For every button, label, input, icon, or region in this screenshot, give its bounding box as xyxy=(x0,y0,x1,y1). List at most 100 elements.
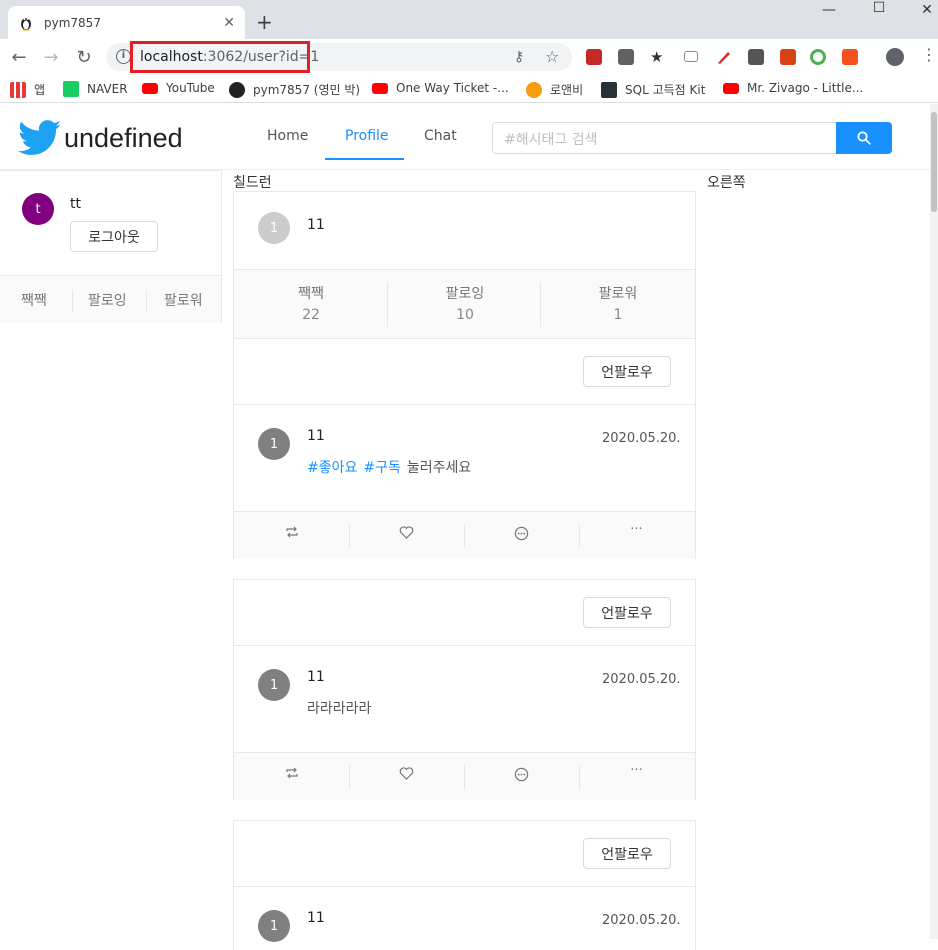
github-icon xyxy=(229,81,245,98)
my-stats: 짹짹 팔로잉 팔로워 xyxy=(0,275,221,323)
profile-avatar-icon[interactable] xyxy=(886,48,904,66)
extension-icon[interactable] xyxy=(618,49,634,65)
maximize-icon[interactable]: ☐ xyxy=(856,0,902,16)
user-profile-card: 1 11 짹짹 22 팔로잉 10 팔로워 1 xyxy=(233,191,696,338)
search-icon xyxy=(857,131,871,145)
post-date: 2020.05.20. xyxy=(602,431,681,446)
key-icon[interactable]: ⚷ xyxy=(514,49,524,65)
comment-icon[interactable] xyxy=(464,526,579,545)
address-bar[interactable]: i localhost:3062/user?id=1 ⚷ ☆ xyxy=(106,41,572,73)
pen-extension-icon[interactable] xyxy=(716,49,732,65)
divider xyxy=(234,404,695,405)
new-tab-icon[interactable]: + xyxy=(256,10,273,34)
post-content: 라라라라라 xyxy=(307,701,372,717)
user-stats: 짹짹 22 팔로잉 10 팔로워 1 xyxy=(234,269,695,338)
search-button[interactable] xyxy=(836,122,892,154)
bookmark-naver[interactable]: NAVER xyxy=(63,81,128,97)
browser-tab[interactable]: pym7857 ✕ xyxy=(8,6,245,39)
menu-chat[interactable]: Chat xyxy=(424,128,457,144)
divider xyxy=(234,645,695,646)
middle-column-title: 칠드런 xyxy=(233,175,272,191)
stat-followers[interactable]: 팔로워 1 xyxy=(541,283,695,323)
bookmark-youtube[interactable]: YouTube xyxy=(142,81,215,95)
post-author: 11 xyxy=(307,910,325,926)
brand-name: undefined xyxy=(64,122,183,153)
window-close-icon[interactable]: ✕ xyxy=(904,2,938,18)
screen-extension-icon[interactable] xyxy=(684,51,698,62)
hashtag-link[interactable]: #구독 xyxy=(363,460,401,476)
bookmark-github[interactable]: pym7857 (영민 박) xyxy=(229,81,360,98)
extension-icon[interactable] xyxy=(810,49,826,65)
active-menu-indicator xyxy=(325,158,404,160)
dropper-extension-icon[interactable] xyxy=(748,49,764,65)
page-scrollbar[interactable] xyxy=(930,104,938,939)
menu-home[interactable]: Home xyxy=(267,128,308,144)
bookmarks-bar: 앱 NAVER YouTube pym7857 (영민 박) One Way T… xyxy=(0,75,938,103)
stat-divider xyxy=(72,290,73,312)
post-actions: ··· xyxy=(234,511,695,559)
unfollow-button[interactable]: 언팔로우 xyxy=(583,356,671,387)
bookmark-one-way-ticket[interactable]: One Way Ticket -... xyxy=(372,81,509,95)
right-column-title: 오른쪽 xyxy=(707,175,746,191)
comment-icon[interactable] xyxy=(464,767,579,786)
avatar: 1 xyxy=(258,212,290,244)
extension-icon[interactable] xyxy=(842,49,858,65)
divider xyxy=(234,886,695,887)
bookmark-star-icon[interactable]: ☆ xyxy=(545,47,559,66)
stat-tweets[interactable]: 짹짹 22 xyxy=(234,283,388,323)
page-scrollbar-thumb[interactable] xyxy=(931,112,937,212)
hashtag-link[interactable]: #좋아요 xyxy=(307,460,357,476)
tab-close-icon[interactable]: ✕ xyxy=(223,15,235,31)
more-menu-icon[interactable]: ⋮ xyxy=(918,45,938,64)
retweet-icon[interactable] xyxy=(234,526,349,542)
post-actions: ··· xyxy=(234,752,695,800)
my-profile-card: t tt 로그아웃 짹짹 팔로잉 팔로워 xyxy=(0,170,222,323)
browser-toolbar: ← → ↻ i localhost:3062/user?id=1 ⚷ ☆ ★ ⋮ xyxy=(0,39,938,75)
user-nickname: 11 xyxy=(307,217,325,233)
bookmark-sql-kit[interactable]: SQL 고득점 Kit xyxy=(601,81,705,98)
unfollow-button[interactable]: 언팔로우 xyxy=(583,597,671,628)
bookmark-apps[interactable]: 앱 xyxy=(10,81,45,98)
post-author: 11 xyxy=(307,428,325,444)
minimize-icon[interactable]: — xyxy=(806,2,852,18)
hashtag-search-input[interactable]: #해시태그 검색 xyxy=(492,122,837,154)
heart-icon[interactable] xyxy=(349,767,464,784)
post-content: #좋아요 #구독 눌러주세요 xyxy=(307,460,472,476)
extension-icon[interactable] xyxy=(780,49,796,65)
apps-grid-icon xyxy=(10,81,26,98)
heart-icon[interactable] xyxy=(349,526,464,543)
my-nickname: tt xyxy=(70,196,81,212)
retweet-icon[interactable] xyxy=(234,767,349,783)
unfollow-button[interactable]: 언팔로우 xyxy=(583,838,671,869)
avatar: 1 xyxy=(258,910,290,942)
more-icon[interactable]: ··· xyxy=(579,763,694,778)
stat-followers[interactable]: 팔로워 xyxy=(164,290,203,310)
tab-title: pym7857 xyxy=(44,15,101,30)
lawnb-icon xyxy=(526,81,542,98)
naver-icon xyxy=(63,81,79,97)
back-arrow-icon[interactable]: ← xyxy=(8,47,30,68)
youtube-icon xyxy=(372,82,388,94)
bookmark-mr-zivago[interactable]: Mr. Zivago - Little... xyxy=(723,81,863,95)
stat-following[interactable]: 팔로잉 10 xyxy=(388,283,542,323)
bookmark-lawnb[interactable]: 로앤비 xyxy=(526,81,583,98)
post-card: 언팔로우 1 11 2020.05.20. #좋아요 #구독 눌러주세요 ··· xyxy=(233,338,696,559)
site-header: undefined Home Profile Chat #해시태그 검색 xyxy=(0,104,930,170)
avatar: 1 xyxy=(258,428,290,460)
stat-divider xyxy=(146,290,147,312)
url-text[interactable]: localhost:3062/user?id=1 xyxy=(140,49,319,65)
more-icon[interactable]: ··· xyxy=(579,522,694,537)
star-extension-icon[interactable]: ★ xyxy=(650,49,666,65)
reload-icon[interactable]: ↻ xyxy=(73,47,95,68)
stat-tweets[interactable]: 짹짹 xyxy=(21,290,47,310)
stat-following[interactable]: 팔로잉 xyxy=(88,290,127,310)
site-info-icon[interactable]: i xyxy=(116,49,131,64)
forward-arrow-icon[interactable]: → xyxy=(40,47,62,68)
extension-icon[interactable] xyxy=(586,49,602,65)
programmers-icon xyxy=(601,81,617,98)
menu-profile[interactable]: Profile xyxy=(345,128,389,144)
logout-button[interactable]: 로그아웃 xyxy=(70,221,158,252)
site-logo[interactable]: undefined xyxy=(18,120,183,156)
avatar: t xyxy=(22,193,54,225)
youtube-icon xyxy=(142,82,158,94)
